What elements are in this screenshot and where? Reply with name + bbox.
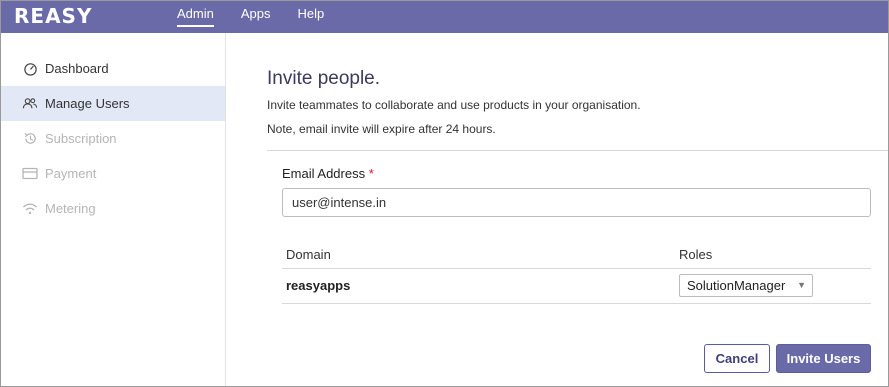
- expiry-note: Note, email invite will expire after 24 …: [267, 122, 496, 136]
- email-input[interactable]: [282, 188, 871, 217]
- cancel-button[interactable]: Cancel: [704, 344, 770, 373]
- page-description: Invite teammates to collaborate and use …: [267, 98, 641, 112]
- sidebar-item-manage-users[interactable]: Manage Users: [1, 86, 225, 121]
- sidebar-item-metering[interactable]: Metering: [1, 191, 225, 226]
- domain-cell: reasyapps: [286, 278, 351, 293]
- nav-admin[interactable]: Admin: [177, 1, 214, 33]
- dashboard-icon: [22, 61, 38, 77]
- history-icon: [22, 131, 38, 147]
- sidebar-item-payment[interactable]: Payment: [1, 156, 225, 191]
- divider: [267, 150, 888, 151]
- email-field-label: Email Address *: [282, 166, 374, 181]
- main-nav: Admin Apps Help: [177, 1, 351, 33]
- nav-help[interactable]: Help: [298, 1, 325, 33]
- sidebar-item-subscription[interactable]: Subscription: [1, 121, 225, 156]
- sidebar-item-label: Payment: [45, 166, 97, 181]
- wifi-icon: [22, 201, 38, 217]
- domain-column-header: Domain: [286, 247, 331, 262]
- app-logo: REASY: [14, 4, 93, 28]
- dropdown-arrow-icon: ▼: [797, 280, 806, 290]
- sidebar-item-label: Subscription: [45, 131, 117, 146]
- users-icon: [22, 96, 38, 112]
- role-select[interactable]: SolutionManager ▼: [679, 274, 813, 297]
- sidebar-item-label: Dashboard: [45, 61, 109, 76]
- role-select-value: SolutionManager: [687, 278, 786, 293]
- page-title: Invite people.: [267, 68, 381, 89]
- sidebar-item-label: Metering: [45, 201, 96, 216]
- sidebar-item-label: Manage Users: [45, 96, 130, 111]
- top-navbar: REASY Admin Apps Help: [1, 1, 888, 33]
- nav-apps[interactable]: Apps: [241, 1, 271, 33]
- roles-column-header: Roles: [679, 247, 713, 262]
- sidebar-item-dashboard[interactable]: Dashboard: [1, 51, 225, 86]
- invite-users-button[interactable]: Invite Users: [776, 344, 871, 373]
- sidebar: Dashboard Manage Users Subscription Paym…: [1, 33, 226, 386]
- table-divider: [282, 268, 871, 269]
- email-label-text: Email Address: [282, 166, 366, 181]
- required-marker: *: [368, 166, 374, 181]
- main-content: Invite people. Invite teammates to colla…: [227, 33, 888, 386]
- credit-card-icon: [22, 166, 38, 182]
- table-divider: [282, 303, 871, 304]
